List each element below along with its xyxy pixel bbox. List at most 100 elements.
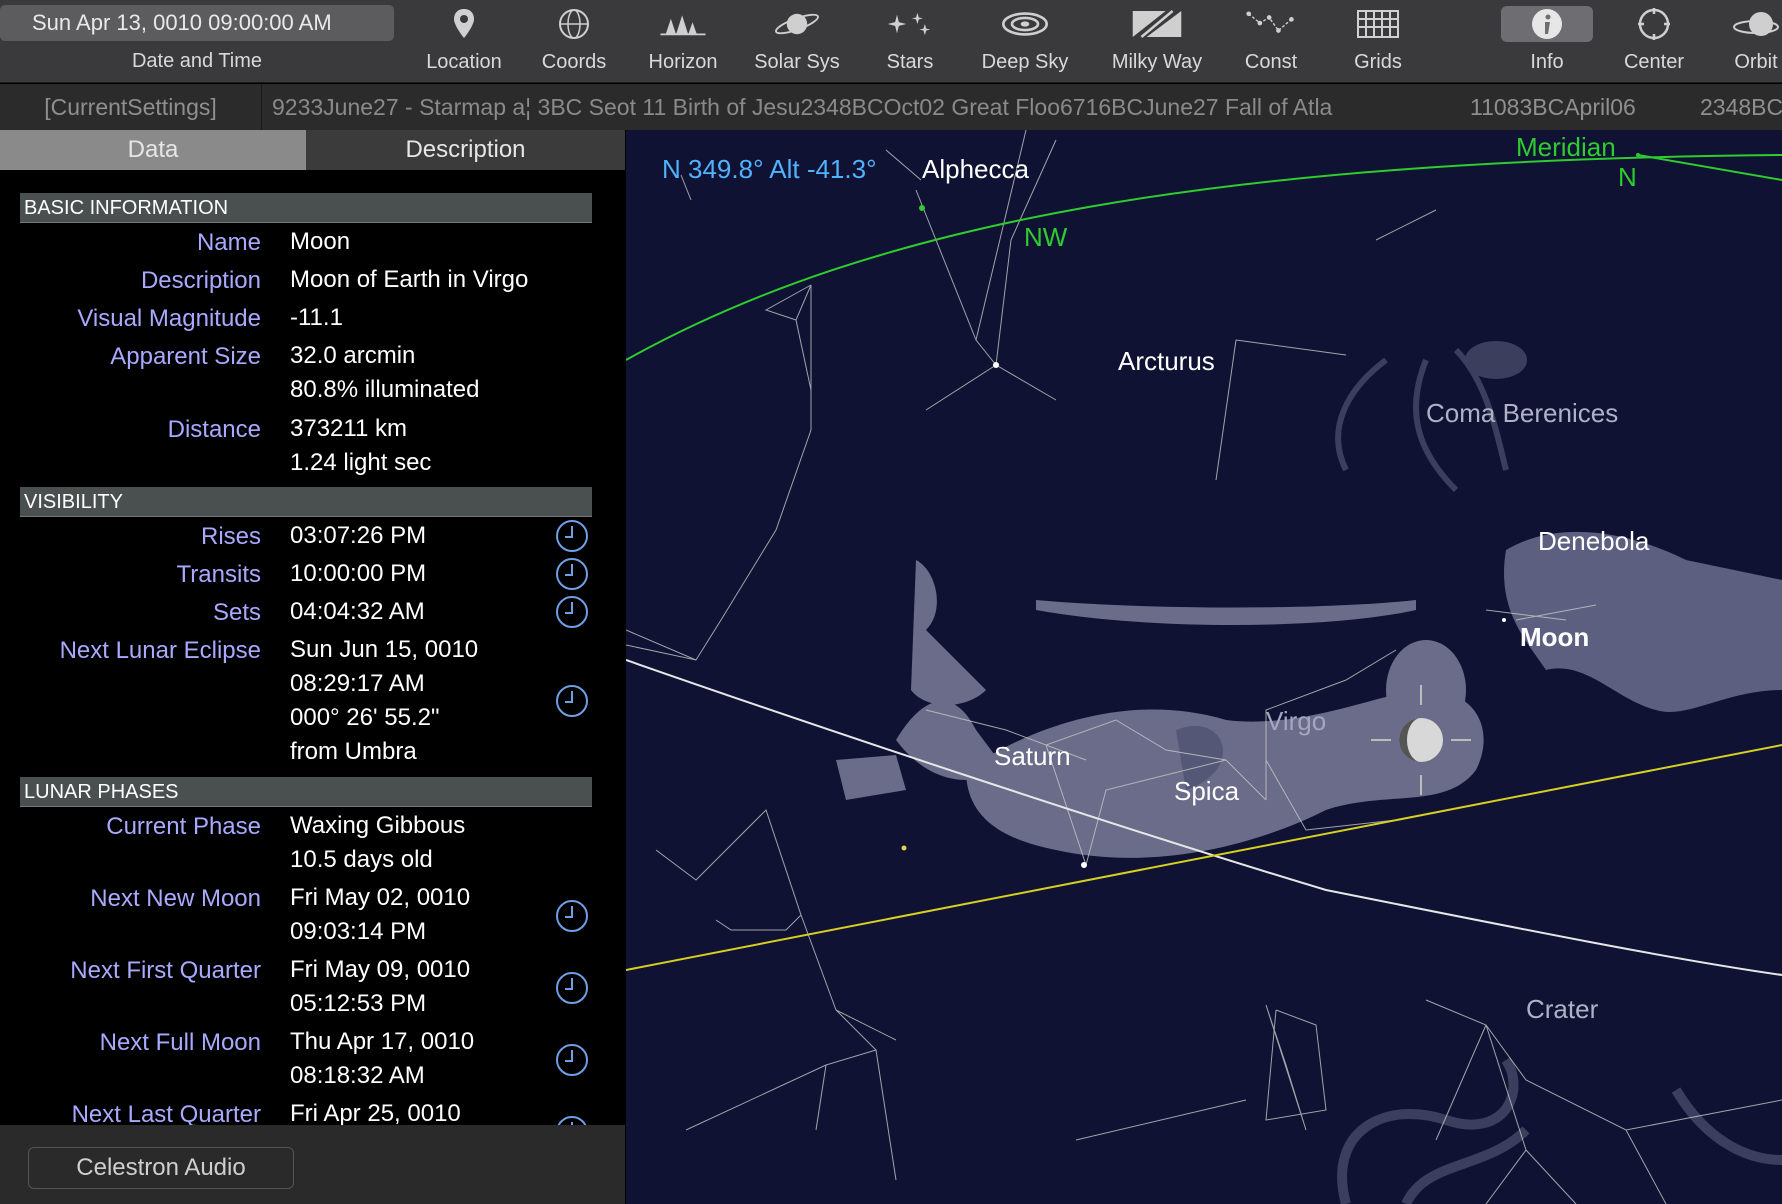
nw-marker: [919, 205, 925, 211]
distance-km-value: 373211 km: [290, 415, 407, 442]
info-label: Info: [1530, 51, 1564, 73]
deep-sky-label: Deep Sky: [981, 51, 1069, 73]
center-button[interactable]: Center: [1610, 0, 1698, 83]
date-time-field[interactable]: Sun Apr 13, 0010 09:00:00 AM: [0, 5, 394, 41]
star-arcturus: [993, 362, 999, 368]
visual-magnitude-value: -11.1: [290, 304, 343, 331]
center-icon: [1628, 6, 1680, 42]
solar-system-button[interactable]: Solar Sys: [740, 0, 854, 83]
next-full-moon-date: Thu Apr 17, 0010: [290, 1028, 475, 1055]
deep-sky-icon: [999, 6, 1051, 42]
next-lunar-eclipse-label: Next Lunar Eclipse: [59, 637, 261, 664]
milky-way-icon: [1131, 6, 1183, 42]
clock-icon[interactable]: [556, 520, 588, 552]
moon-age-value: 10.5 days old: [290, 846, 433, 873]
tab-saved-setting[interactable]: 11083BCApril06: [1470, 84, 1636, 130]
name-value: Moon: [290, 228, 351, 255]
milky-way-label: Milky Way: [1111, 51, 1203, 73]
denebola-label: Denebola: [1538, 526, 1650, 556]
coords-label: Coords: [541, 51, 607, 73]
description-label: Description: [140, 267, 261, 294]
stars-button[interactable]: Stars: [862, 0, 958, 83]
next-new-moon-date: Fri May 02, 0010: [290, 884, 471, 911]
orbit-label: Orbit: [1734, 51, 1778, 73]
clock-icon[interactable]: [556, 972, 588, 1004]
virgo-figure-art: [836, 560, 1484, 858]
clock-icon[interactable]: [556, 685, 588, 717]
next-first-quarter-time: 05:12:53 PM: [290, 990, 427, 1017]
next-full-moon-label: Next Full Moon: [99, 1029, 261, 1056]
stars-label: Stars: [886, 51, 934, 73]
sets-value: 04:04:32 AM: [290, 598, 425, 625]
crater-label: Crater: [1526, 994, 1599, 1024]
arcturus-label: Arcturus: [1118, 346, 1215, 376]
next-first-quarter-label: Next First Quarter: [70, 957, 261, 984]
description-value: Moon of Earth in Virgo: [290, 266, 529, 293]
clock-icon[interactable]: [556, 1044, 588, 1076]
grids-button[interactable]: Grids: [1332, 0, 1424, 83]
coords-button[interactable]: Coords: [528, 0, 620, 83]
sky-canvas[interactable]: N 349.8° Alt -41.3° Alphecca Arcturus Co…: [626, 130, 1782, 1204]
coords-icon: [548, 6, 600, 42]
location-button[interactable]: Location: [418, 0, 510, 83]
sets-label: Sets: [212, 599, 261, 626]
name-label: Name: [196, 229, 261, 256]
solar-system-icon: [771, 6, 823, 42]
next-full-moon-time: 08:18:32 AM: [290, 1062, 425, 1089]
orbit-icon: [1730, 6, 1782, 42]
star-denebola: [1502, 618, 1506, 622]
location-label: Location: [426, 51, 502, 73]
grids-label: Grids: [1354, 51, 1402, 73]
virgo-label: Virgo: [1266, 706, 1326, 736]
horizon-icon: [657, 6, 709, 42]
next-last-quarter-label: Next Last Quarter: [71, 1101, 261, 1125]
info-panel: Data Description BASIC INFORMATION Name …: [0, 130, 625, 1204]
transits-value: 10:00:00 PM: [290, 560, 427, 587]
rises-value: 03:07:26 PM: [290, 522, 427, 549]
alphecca-label: Alphecca: [922, 154, 1029, 184]
eclipse-umbra-value: from Umbra: [290, 738, 417, 765]
tab-current-settings[interactable]: [CurrentSettings]: [0, 84, 262, 130]
deep-sky-button[interactable]: Deep Sky: [966, 0, 1084, 83]
visual-magnitude-label: Visual Magnitude: [77, 305, 261, 332]
horizon-label: Horizon: [648, 51, 718, 73]
sky-chart-view[interactable]: N 349.8° Alt -41.3° Alphecca Arcturus Co…: [626, 130, 1782, 1204]
tab-data[interactable]: Data: [0, 130, 306, 170]
apparent-size-value: 32.0 arcmin: [290, 342, 416, 369]
solar-system-label: Solar Sys: [754, 51, 840, 73]
current-phase-label: Current Phase: [106, 813, 261, 840]
tab-saved-settings-strip[interactable]: 9233June27 - Starmap a¦ 3BC Seot 11 Birt…: [272, 84, 1422, 130]
next-last-quarter-date: Fri Apr 25, 0010: [290, 1100, 461, 1125]
section-lunar-phases: LUNAR PHASES: [20, 777, 592, 807]
info-scroll-area[interactable]: BASIC INFORMATION Name Moon Description …: [0, 170, 625, 1125]
clock-icon[interactable]: [556, 596, 588, 628]
clock-icon[interactable]: [556, 558, 588, 590]
illumination-value: 80.8% illuminated: [290, 376, 480, 403]
north-label: N: [1618, 162, 1637, 192]
clock-icon[interactable]: [556, 900, 588, 932]
celestron-audio-button[interactable]: Celestron Audio: [28, 1147, 294, 1189]
horizon-line: [626, 154, 1782, 361]
eclipse-angle-value: 000° 26' 55.2": [290, 704, 440, 731]
stars-icon: [884, 6, 936, 42]
orbit-button[interactable]: Orbit: [1716, 0, 1782, 83]
horizon-button[interactable]: Horizon: [633, 0, 733, 83]
milky-way-button[interactable]: Milky Way: [1096, 0, 1218, 83]
sky-position-readout: N 349.8° Alt -41.3°: [662, 154, 876, 184]
meridian-label: Meridian: [1516, 132, 1616, 162]
star-spica: [1081, 862, 1087, 868]
eclipse-time-value: 08:29:17 AM: [290, 670, 425, 697]
next-new-moon-label: Next New Moon: [90, 885, 261, 912]
info-button[interactable]: Info: [1500, 0, 1594, 83]
toolbar: Sun Apr 13, 0010 09:00:00 AM Date and Ti…: [0, 0, 1782, 83]
spica-label: Spica: [1174, 776, 1240, 806]
tab-saved-setting[interactable]: 2348BC: [1700, 84, 1782, 130]
tab-description[interactable]: Description: [306, 130, 625, 170]
constellation-label: Const: [1244, 51, 1298, 73]
distance-light-value: 1.24 light sec: [290, 449, 432, 476]
saturn-label: Saturn: [994, 741, 1071, 771]
panel-bottom-bar: Celestron Audio: [0, 1125, 625, 1204]
meridian-line: [1637, 154, 1782, 181]
clock-icon[interactable]: [556, 1116, 588, 1125]
constellation-button[interactable]: Const: [1222, 0, 1320, 83]
